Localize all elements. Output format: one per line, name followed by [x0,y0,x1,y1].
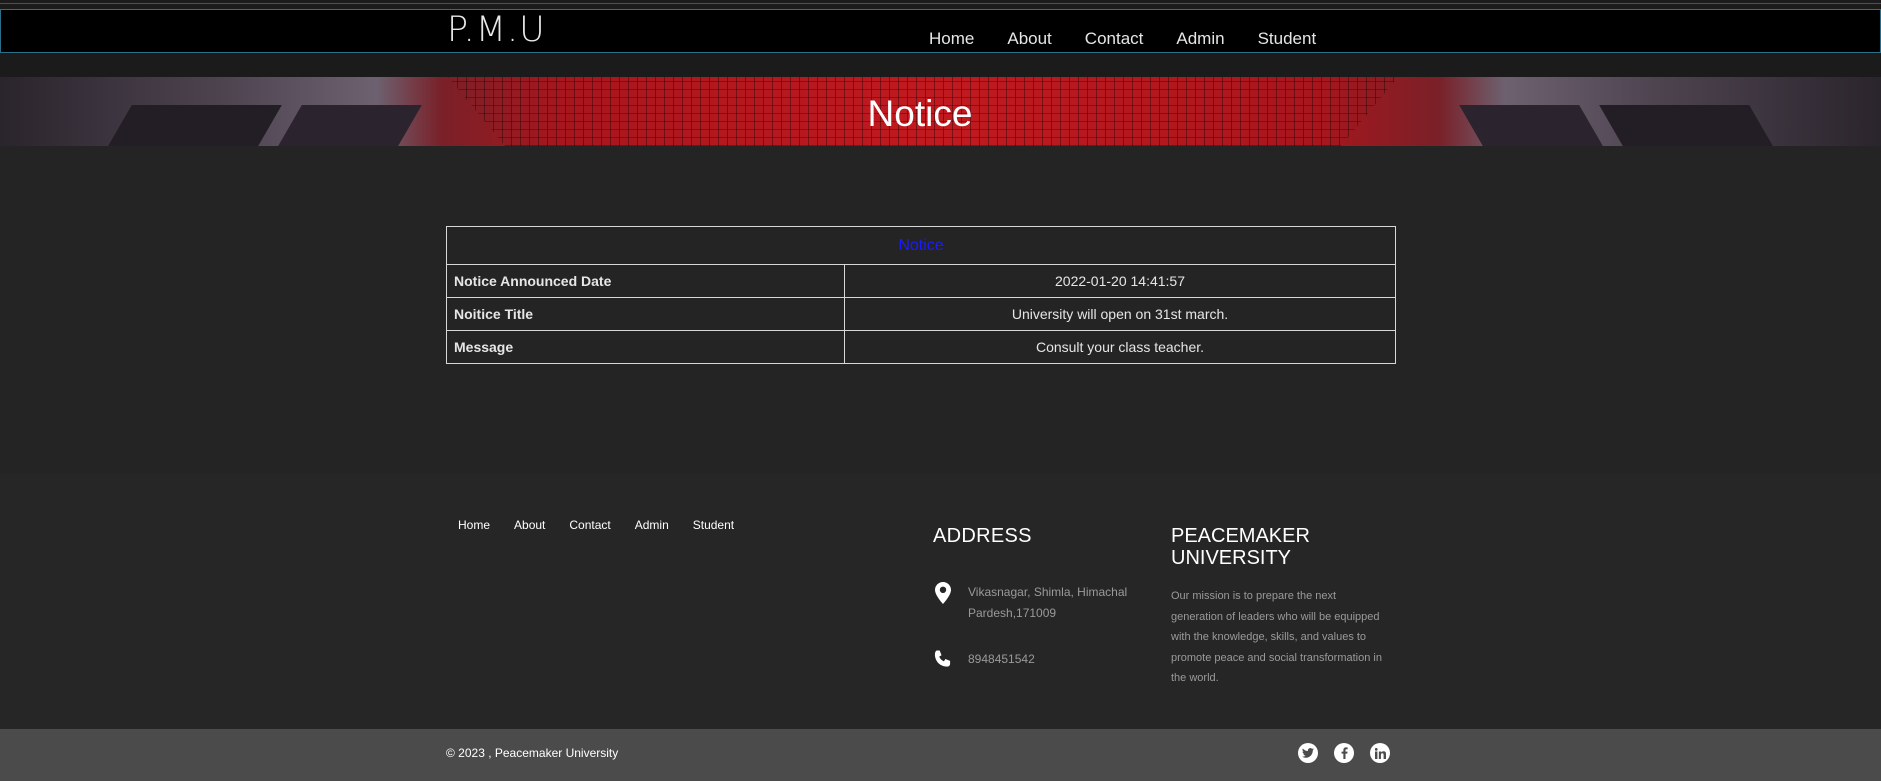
row-value: University will open on 31st march. [844,297,1396,331]
location-pin-icon [933,582,952,604]
address-row: Vikasnagar, Shimla, Himachal Pardesh,171… [933,582,1138,624]
university-heading: PEACEMAKER UNIVERSITY [1171,525,1310,569]
row-label: Message [446,330,845,364]
footer-nav-contact[interactable]: Contact [569,518,610,532]
social-links [1298,743,1390,763]
row-value: 2022-01-20 14:41:57 [844,264,1396,298]
row-label: Notice Announced Date [446,264,845,298]
phone-icon [933,649,952,671]
table-row: Noitice Title University will open on 31… [446,297,1396,331]
main-nav: Home About Contact Admin Student [929,29,1316,49]
footer-nav-about[interactable]: About [514,518,545,532]
table-row: Notice Announced Date 2022-01-20 14:41:5… [446,264,1396,298]
table-row: Message Consult your class teacher. [446,330,1396,364]
linkedin-icon[interactable] [1370,743,1390,763]
table-header-row: Notice [446,226,1396,265]
footer-nav: Home About Contact Admin Student [458,518,734,532]
footer-nav-home[interactable]: Home [458,518,490,532]
nav-admin[interactable]: Admin [1176,29,1224,49]
nav-student[interactable]: Student [1258,29,1317,49]
footer: Home About Contact Admin Student ADDRESS… [0,474,1881,729]
address-heading: ADDRESS [933,525,1032,547]
top-bar: P.M.U Home About Contact Admin Student [0,0,1881,77]
copyright: © 2023 , Peacemaker University [446,746,619,760]
phone-text: 8948451542 [968,652,1035,666]
phone-row: 8948451542 [933,649,1138,671]
row-label: Noitice Title [446,297,845,331]
footer-nav-student[interactable]: Student [693,518,734,532]
page-title: Notice [867,93,973,134]
row-value: Consult your class teacher. [844,330,1396,364]
hero-banner: Notice [0,77,1881,146]
nav-contact[interactable]: Contact [1085,29,1144,49]
top-divider [0,3,1881,4]
nav-about[interactable]: About [1007,29,1051,49]
facebook-icon[interactable] [1334,743,1354,763]
twitter-icon[interactable] [1298,743,1318,763]
bottom-bar: © 2023 , Peacemaker University [0,729,1881,781]
notice-table: Notice Notice Announced Date 2022-01-20 … [446,226,1396,364]
site-logo[interactable]: P.M.U [447,10,546,50]
mission-text: Our mission is to prepare the next gener… [1171,590,1382,684]
address-text: Vikasnagar, Shimla, Himachal Pardesh,171… [968,585,1128,620]
notice-caption: Notice [446,226,1396,265]
nav-home[interactable]: Home [929,29,974,49]
footer-nav-admin[interactable]: Admin [635,518,669,532]
